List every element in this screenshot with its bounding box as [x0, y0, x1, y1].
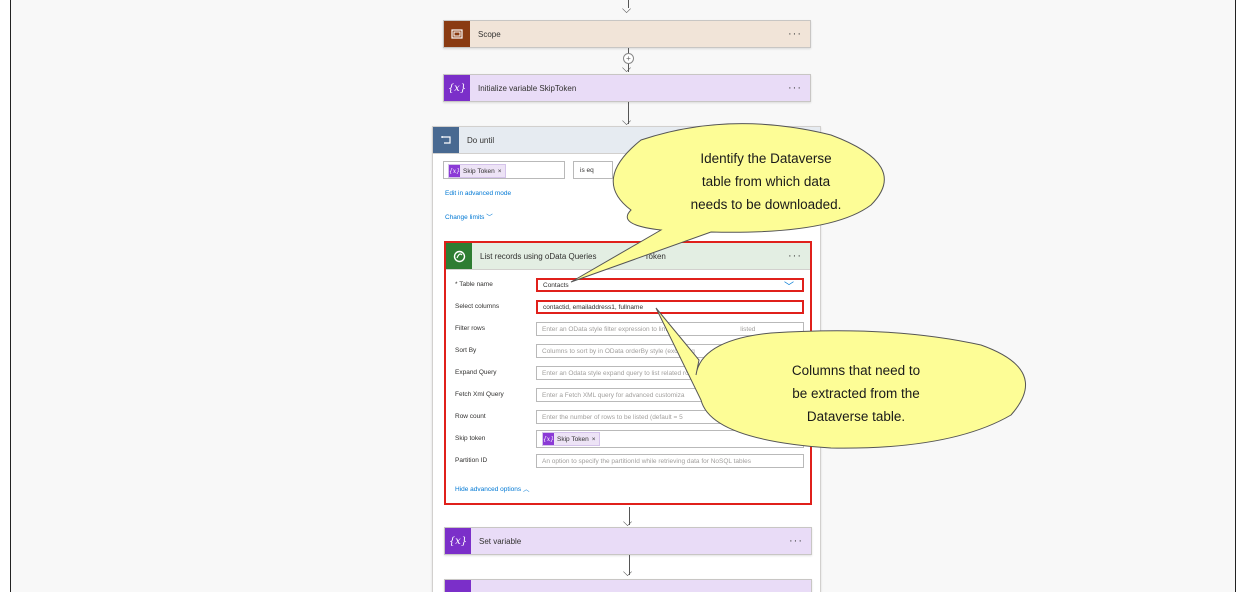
columns-callout: Columns that need to be extracted from t… — [655, 307, 1027, 449]
callout-columns-line3: Dataverse table. — [807, 409, 905, 424]
callout-table-line3: needs to be downloaded. — [691, 197, 842, 212]
callout-columns-line1: Columns that need to — [792, 363, 920, 378]
callout-table-line2: table from which data — [702, 174, 831, 189]
callout-overlay: Identify the Dataverse table from which … — [570, 123, 1027, 449]
callout-bubble — [655, 307, 1027, 449]
flow-canvas: ⌵ Scope ··· + ⌵ {x} Initialize variable … — [10, 0, 1236, 592]
table-callout: Identify the Dataverse table from which … — [570, 123, 885, 283]
callout-columns-line2: be extracted from the — [792, 386, 920, 401]
callout-table-line1: Identify the Dataverse — [700, 151, 831, 166]
